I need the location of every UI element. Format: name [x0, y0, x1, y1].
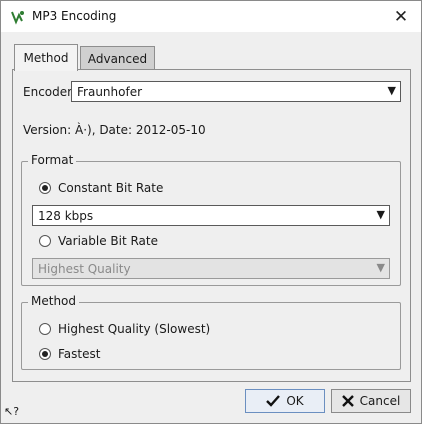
method-group-title: Method	[28, 294, 80, 308]
tab-method[interactable]: Method	[14, 44, 78, 71]
tab-method-label: Method	[23, 51, 69, 65]
close-button[interactable]: ✕	[381, 1, 421, 32]
chevron-down-icon: ▼	[376, 208, 385, 221]
tab-advanced[interactable]: Advanced	[80, 46, 155, 70]
help-label: ?	[13, 405, 20, 418]
title-bar: MP3 Encoding ✕	[1, 1, 421, 32]
fastest-label: Fastest	[58, 347, 101, 361]
tab-advanced-label: Advanced	[87, 51, 148, 66]
close-icon: ✕	[393, 6, 409, 27]
method-panel: Encoder Fraunhofer ▼ Version: À·), Date:…	[12, 69, 411, 382]
help-cursor-icon[interactable]: ↖?	[4, 405, 19, 418]
encoder-label: Encoder	[23, 85, 73, 99]
encoder-value: Fraunhofer	[77, 85, 143, 99]
app-icon	[11, 11, 24, 25]
format-group: Format Constant Bit Rate 128 kbps ▼ Vari…	[21, 153, 401, 286]
constant-bit-rate-value: 128 kbps	[38, 209, 94, 223]
chevron-down-icon: ▼	[376, 261, 385, 274]
close-icon	[341, 395, 354, 407]
constant-bit-rate-select[interactable]: 128 kbps ▼	[32, 205, 390, 226]
cancel-label: Cancel	[359, 394, 401, 408]
version-text: Version: À·), Date: 2012-05-10	[23, 123, 206, 137]
ok-label: OK	[286, 394, 304, 408]
format-group-title: Format	[28, 153, 77, 167]
encoder-select[interactable]: Fraunhofer ▼	[71, 81, 401, 102]
check-icon	[266, 395, 281, 407]
window-title: MP3 Encoding	[32, 9, 117, 23]
variable-bit-rate-value: Highest Quality	[38, 262, 131, 276]
highest-quality-label: Highest Quality (Slowest)	[58, 322, 211, 336]
variable-bit-rate-select: Highest Quality ▼	[32, 258, 390, 279]
variable-bit-rate-radio[interactable]	[39, 235, 51, 247]
constant-bit-rate-label: Constant Bit Rate	[58, 181, 164, 195]
cancel-button[interactable]: Cancel	[331, 389, 411, 413]
highest-quality-radio[interactable]	[39, 323, 51, 335]
variable-bit-rate-label: Variable Bit Rate	[58, 234, 159, 248]
chevron-down-icon: ▼	[387, 84, 396, 97]
fastest-radio[interactable]	[39, 348, 51, 360]
method-group: Method Highest Quality (Slowest) Fastest	[21, 294, 401, 370]
constant-bit-rate-radio[interactable]	[39, 182, 51, 194]
ok-button[interactable]: OK	[245, 389, 325, 413]
dialog-window: MP3 Encoding ✕ Method Advanced Encoder F…	[0, 0, 422, 424]
